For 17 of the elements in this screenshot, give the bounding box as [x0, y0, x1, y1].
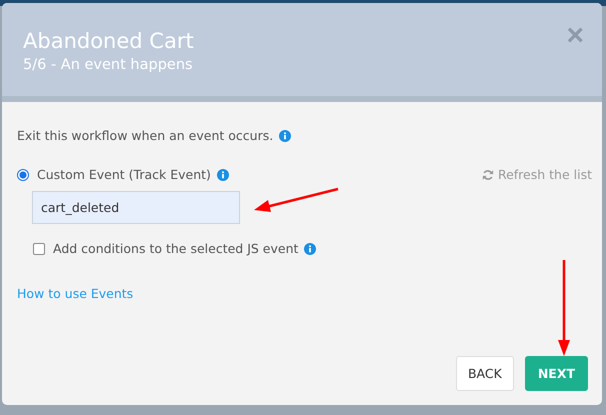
- info-icon[interactable]: [216, 168, 229, 180]
- help-link[interactable]: How to use Events: [17, 286, 134, 301]
- refresh-link[interactable]: Refresh the list: [482, 167, 592, 182]
- back-button[interactable]: BACK: [456, 356, 514, 391]
- checkbox-label: Add conditions to the selected JS event: [53, 241, 298, 256]
- event-name-field[interactable]: cart_deleted: [32, 191, 240, 224]
- intro-text: Exit this workflow when an event occurs.: [17, 128, 274, 143]
- refresh-icon: [482, 168, 494, 180]
- radio-button[interactable]: [17, 168, 29, 180]
- info-icon[interactable]: [279, 130, 292, 142]
- radio-label: Custom Event (Track Event): [37, 167, 211, 182]
- close-button[interactable]: ×: [566, 21, 584, 51]
- dialog-title: Abandoned Cart: [23, 29, 195, 53]
- checkbox[interactable]: [33, 242, 45, 254]
- dialog-subtitle: 5/6 - An event happens: [23, 57, 194, 73]
- info-icon[interactable]: [304, 242, 316, 254]
- next-button[interactable]: NEXT: [524, 356, 588, 391]
